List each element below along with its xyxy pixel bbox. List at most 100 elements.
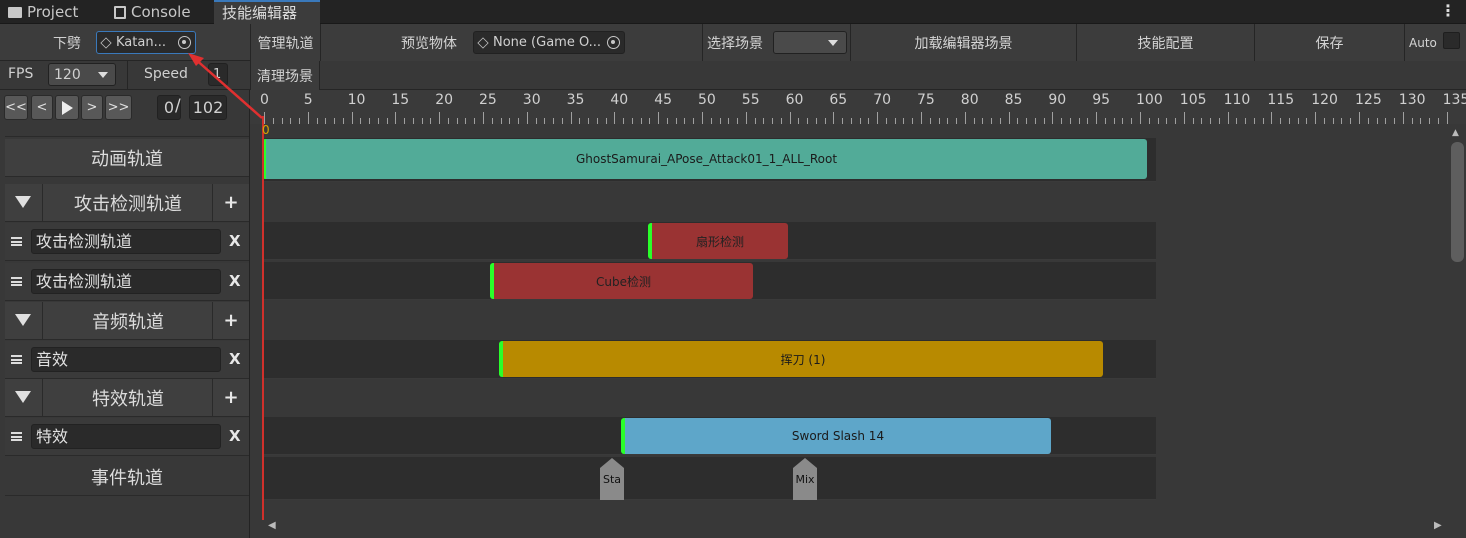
animation-track-header[interactable]: 动画轨道 [5, 139, 249, 177]
ruler-label: 100 [1136, 92, 1163, 108]
drag-handle-icon[interactable] [11, 432, 22, 441]
ruler-tick [1140, 112, 1141, 124]
ruler-label: 80 [960, 92, 979, 108]
subtrack-name-input[interactable]: 攻击检测轨道 [31, 229, 221, 254]
remove-subtrack-button[interactable]: X [229, 350, 241, 368]
drag-handle-icon[interactable] [11, 355, 22, 364]
remove-subtrack-button[interactable]: X [229, 232, 241, 250]
audio-track-group-label: 音频轨道 [92, 311, 164, 333]
cube-icon [100, 36, 112, 49]
fast-forward-button[interactable]: >> [105, 95, 132, 120]
timeline-ruler[interactable]: 0 5 10 15 20 25 30 35 40 45 50 55 60 65 70 75 80 85 90 95 10… [250, 90, 1466, 124]
fps-label: FPS [8, 66, 34, 82]
ruler-tick [570, 112, 572, 124]
ruler-tick [1271, 112, 1273, 124]
collapse-triangle-icon[interactable] [15, 314, 31, 326]
ruler-label: 50 [698, 92, 716, 108]
attack-subtrack-1[interactable]: 攻击检测轨道 X [5, 223, 249, 261]
subtrack-name-input[interactable]: 音效 [31, 347, 221, 372]
auto-checkbox[interactable] [1443, 32, 1460, 49]
audio-track-group-header[interactable]: 音频轨道 + [5, 302, 249, 340]
ruler-label: 55 [741, 92, 760, 108]
select-scene-dropdown[interactable] [773, 31, 847, 54]
tab-console[interactable]: Console [106, 0, 214, 24]
add-effect-track-button[interactable]: + [219, 387, 243, 408]
fan-detect-clip[interactable]: 扇形检测 [648, 223, 788, 259]
chevron-down-icon [828, 40, 838, 46]
playhead[interactable] [262, 116, 264, 520]
ruler-label: 135 [1442, 92, 1466, 108]
timeline-tracks[interactable]: GhostSamurai_APose_Attack01_1_ALL_Root 扇… [262, 124, 1466, 524]
ruler-tick [307, 112, 309, 124]
audio-clip[interactable]: 挥刀 (1) [499, 341, 1103, 377]
ruler-label: 115 [1267, 92, 1295, 108]
skill-config-button[interactable]: 技能配置 [1076, 24, 1254, 61]
animation-clip[interactable]: GhostSamurai_APose_Attack01_1_ALL_Root [262, 139, 1147, 179]
event-marker-mix[interactable]: Mix [793, 458, 817, 500]
remove-subtrack-button[interactable]: X [229, 272, 241, 290]
event-track-header[interactable]: 事件轨道 [5, 458, 249, 496]
subtrack-name-input[interactable]: 特效 [31, 424, 221, 449]
console-icon [114, 5, 126, 19]
auto-label: Auto [1409, 35, 1437, 50]
rewind-button[interactable]: << [4, 95, 28, 120]
ruler-label: 60 [785, 92, 804, 108]
ruler-label: 5 [303, 92, 313, 108]
preview-object-field[interactable]: None (Game O... [473, 31, 625, 54]
effect-clip[interactable]: Sword Slash 14 [621, 418, 1051, 454]
scroll-right-icon[interactable]: ▶ [1434, 520, 1442, 531]
add-audio-track-button[interactable]: + [219, 310, 243, 331]
collapse-triangle-icon[interactable] [15, 196, 31, 208]
ruler-label: 110 [1223, 92, 1251, 108]
subtrack-name-input[interactable]: 攻击检测轨道 [31, 269, 221, 294]
divider [127, 61, 128, 90]
ruler-tick [1183, 112, 1185, 124]
ruler-tick [1359, 112, 1360, 124]
collapse-triangle-icon[interactable] [15, 391, 31, 403]
ruler-tick [1402, 112, 1404, 124]
ruler-label: 20 [435, 92, 454, 108]
event-lane [262, 457, 1156, 500]
event-marker-label: Mix [795, 473, 815, 486]
attack-track-group-label: 攻击检测轨道 [74, 193, 182, 215]
prev-frame-button[interactable]: < [31, 95, 53, 120]
object-picker-icon[interactable] [607, 36, 620, 49]
ruler-label: 125 [1355, 92, 1382, 108]
audio-subtrack-1[interactable]: 音效 X [5, 341, 249, 379]
preview-object-label: 预览物体 [401, 35, 457, 52]
chevron-down-icon [98, 72, 108, 78]
attack-subtrack-2[interactable]: 攻击检测轨道 X [5, 263, 249, 301]
ruler-label: 85 [1004, 92, 1023, 108]
cube-icon [477, 36, 489, 49]
weapon-label: 下劈 [53, 36, 81, 52]
scroll-up-icon[interactable]: ▲ [1452, 128, 1459, 138]
load-editor-scene-button[interactable]: 加载编辑器场景 [850, 24, 1076, 61]
attack-track-group-header[interactable]: 攻击检测轨道 + [5, 184, 249, 222]
ruler-tick [964, 112, 966, 124]
divider [5, 136, 249, 137]
ruler-tick [1315, 112, 1317, 124]
play-button[interactable] [55, 95, 79, 120]
next-frame-button[interactable]: > [81, 95, 103, 120]
scroll-left-icon[interactable]: ◀ [268, 520, 276, 531]
event-marker-sta[interactable]: Sta [600, 458, 624, 500]
effect-subtrack-1[interactable]: 特效 X [5, 418, 249, 456]
ruler-tick [877, 112, 879, 124]
effect-track-group-header[interactable]: 特效轨道 + [5, 379, 249, 417]
ruler-label: 65 [829, 92, 848, 108]
cube-detect-clip[interactable]: Cube检测 [490, 263, 753, 299]
vertical-scrollbar[interactable] [1451, 142, 1464, 262]
ruler-label: 30 [522, 92, 541, 108]
fps-dropdown[interactable]: 120 [48, 63, 116, 86]
drag-handle-icon[interactable] [11, 237, 22, 246]
save-button[interactable]: 保存 [1254, 24, 1404, 61]
more-options-icon[interactable]: ⋮ [1440, 3, 1456, 21]
drag-handle-icon[interactable] [11, 277, 22, 286]
tab-project[interactable]: Project [0, 0, 104, 24]
remove-subtrack-button[interactable]: X [229, 427, 241, 445]
tab-skill-editor[interactable]: 技能编辑器 [214, 0, 320, 24]
tab-console-label: Console [131, 3, 191, 21]
add-attack-track-button[interactable]: + [219, 192, 243, 213]
effect-track-group-label: 特效轨道 [92, 388, 164, 410]
ruler-tick [351, 112, 353, 124]
